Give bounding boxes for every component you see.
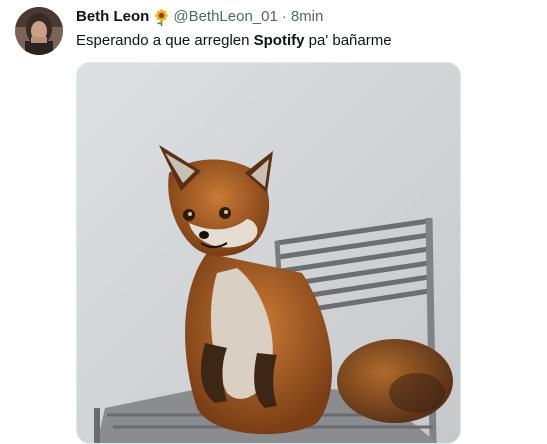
tweet-text-before: Esperando a que arreglen — [76, 32, 254, 49]
tweet-text-bold: Spotify — [253, 32, 305, 49]
tweet-text-after: pa' bañarme — [304, 32, 392, 49]
tweet[interactable]: Beth Leon @BethLeon_01 · 8min Esperando … — [0, 0, 547, 444]
fox-photo — [77, 63, 460, 443]
header-separator: · — [281, 8, 287, 25]
avatar[interactable] — [15, 7, 63, 55]
author-handle[interactable]: @BethLeon_01 — [173, 8, 277, 26]
tweet-header: Beth Leon @BethLeon_01 · 8min — [76, 8, 323, 26]
tweet-timestamp[interactable]: 8min — [291, 8, 324, 26]
author-display-name[interactable]: Beth Leon — [76, 8, 149, 26]
tweet-image[interactable] — [76, 62, 461, 444]
tweet-text: Esperando a que arreglen Spotify pa' bañ… — [76, 32, 392, 50]
sunflower-icon — [153, 8, 170, 26]
